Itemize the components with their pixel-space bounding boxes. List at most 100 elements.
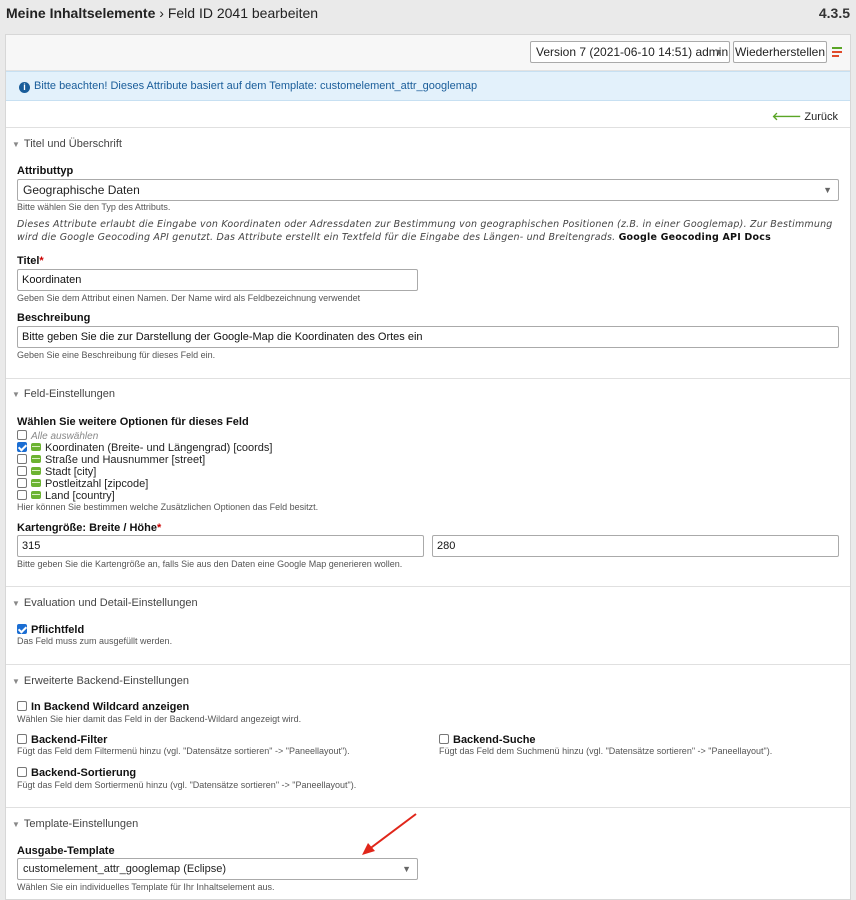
titel-help: Geben Sie dem Attribut einen Namen. Der … [17,293,361,303]
version-select-value: Version 7 (2021-06-10 14:51) admin [536,45,729,59]
option-checkbox[interactable] [17,490,27,500]
beschreibung-label: Beschreibung [17,312,91,324]
backend-sort-label: Backend-Sortierung [31,767,137,779]
backend-filter-row[interactable]: Backend-Filter [17,734,107,746]
wildcard-help: Wählen Sie hier damit das Feld in der Ba… [17,714,302,724]
backend-search-checkbox[interactable] [439,734,449,744]
app-version: 4.3.5 [818,5,850,21]
breadcrumb-separator: › [159,5,164,21]
section-divider [6,378,850,379]
beschreibung-input[interactable]: Bitte geben Sie die zur Darstellung der … [17,326,839,348]
section-template-legend[interactable]: ▼ Template-Einstellungen [12,818,138,830]
chevron-down-icon: ▼ [823,185,832,195]
annotation-arrow-icon [362,813,417,855]
option-checkbox[interactable] [17,466,27,476]
options-help: Hier können Sie bestimmen welche Zusätzl… [17,502,319,512]
section-title-legend[interactable]: ▼ Titel und Überschrift [12,138,122,150]
option-label: Postleitzahl [zipcode] [45,478,149,490]
section-divider [6,127,850,128]
backend-filter-help: Fügt das Feld dem Filtermenü hinzu (vgl.… [17,746,350,756]
drag-handle-icon[interactable] [31,443,41,451]
edit-panel: Version 7 (2021-06-10 14:51) admin ▼ Wie… [5,34,851,900]
option-label: Land [country] [45,490,115,502]
arrow-left-icon: 🡐 [771,111,802,123]
section-template-label: Template-Einstellungen [23,818,139,830]
drag-handle-icon[interactable] [31,479,41,487]
chevron-down-icon: ▼ [402,864,411,874]
wildcard-checkbox[interactable] [17,701,27,711]
mapsize-label: Kartengröße: Breite / Höhe* [17,522,161,534]
option-checkbox[interactable] [17,454,27,464]
info-text: Bitte beachten! Dieses Attribute basiert… [34,80,478,92]
backend-filter-label: Backend-Filter [31,734,108,746]
section-eval-label: Evaluation und Detail-Einstellungen [23,597,198,609]
triangle-down-icon: ▼ [12,140,20,149]
drag-handle-icon[interactable] [31,455,41,463]
drag-handle-icon[interactable] [31,491,41,499]
diff-icon[interactable] [832,46,844,58]
ausgabe-select[interactable]: customelement_attr_googlemap (Eclipse) ▼ [17,858,418,880]
top-bar: Meine Inhaltselemente › Feld ID 2041 bea… [0,0,856,28]
option-item[interactable]: Straße und Hausnummer [street] [17,454,205,466]
backend-sort-help: Fügt das Feld dem Sortiermenü hinzu (vgl… [17,780,357,790]
titel-label-text: Titel [17,255,40,267]
info-banner: i Bitte beachten! Dieses Attribute basier… [6,71,850,101]
section-divider [6,807,850,808]
backend-filter-checkbox[interactable] [17,734,27,744]
breadcrumb-root[interactable]: Meine Inhaltselemente [6,5,155,21]
section-backend-legend[interactable]: ▼ Erweiterte Backend-Einstellungen [12,675,189,687]
triangle-down-icon: ▼ [12,677,20,686]
version-select[interactable]: Version 7 (2021-06-10 14:51) admin ▼ [530,41,730,63]
info-icon: i [19,82,30,93]
attrtype-help: Bitte wählen Sie den Typ des Attributs. [17,202,171,212]
section-field-label: Feld-Einstellungen [23,388,116,400]
titel-label: Titel* [17,255,44,267]
drag-handle-icon[interactable] [31,467,41,475]
section-field-legend[interactable]: ▼ Feld-Einstellungen [12,388,115,400]
ausgabe-help: Wählen Sie ein individuelles Template fü… [17,882,275,892]
option-label: Straße und Hausnummer [street] [45,454,206,466]
wildcard-label: In Backend Wildcard anzeigen [31,701,190,713]
option-label: Stadt [city] [45,466,97,478]
ausgabe-label: Ausgabe-Template [17,845,115,857]
option-item[interactable]: Land [country] [17,490,115,502]
backend-search-help: Fügt das Feld dem Suchmenü hinzu (vgl. "… [439,746,773,756]
required-marker: * [156,522,162,534]
backend-sort-checkbox[interactable] [17,767,27,777]
option-checkbox[interactable] [17,442,27,452]
back-link[interactable]: 🡐 Zurück [772,109,838,123]
option-item[interactable]: Koordinaten (Breite- und Längengrad) [co… [17,442,272,454]
pflichtfeld-label: Pflichtfeld [31,624,85,636]
wildcard-row[interactable]: In Backend Wildcard anzeigen [17,701,189,713]
attrtype-select[interactable]: Geographische Daten ▼ [17,179,839,201]
backend-search-row[interactable]: Backend-Suche [439,734,536,746]
back-label: Zurück [804,111,838,123]
map-height-input[interactable]: 280 [432,535,839,557]
breadcrumb-current: Feld ID 2041 bearbeiten [167,5,319,21]
version-bar: Version 7 (2021-06-10 14:51) admin ▼ Wie… [6,35,850,71]
chevron-down-icon: ▼ [714,47,723,57]
select-all-checkbox[interactable] [17,430,27,440]
required-marker: * [39,255,44,267]
pflichtfeld-help: Das Feld muss zum ausgefüllt werden. [17,636,173,646]
triangle-down-icon: ▼ [12,820,20,829]
titel-input[interactable]: Koordinaten [17,269,418,291]
option-item[interactable]: Stadt [city] [17,466,96,478]
mapsize-label-text: Kartengröße: Breite / Höhe [17,522,157,534]
pflichtfeld-checkbox[interactable] [17,624,27,634]
pflichtfeld-row[interactable]: Pflichtfeld [17,624,84,636]
backend-sort-row[interactable]: Backend-Sortierung [17,767,136,779]
ausgabe-value: customelement_attr_googlemap (Eclipse) [23,863,226,875]
restore-button[interactable]: Wiederherstellen [733,41,827,63]
section-eval-legend[interactable]: ▼ Evaluation und Detail-Einstellungen [12,597,198,609]
attribute-description: Dieses Attribute erlaubt die Eingabe von… [17,218,837,244]
section-divider [6,664,850,665]
geocoding-docs-link[interactable]: Google Geocoding API Docs [619,232,771,243]
attrtype-label: Attributtyp [17,165,74,177]
section-backend-label: Erweiterte Backend-Einstellungen [23,675,190,687]
breadcrumb: Meine Inhaltselemente › Feld ID 2041 bea… [6,5,318,21]
map-width-input[interactable]: 315 [17,535,424,557]
select-all-row[interactable]: Alle auswählen [17,430,98,442]
option-item[interactable]: Postleitzahl [zipcode] [17,478,148,490]
option-checkbox[interactable] [17,478,27,488]
